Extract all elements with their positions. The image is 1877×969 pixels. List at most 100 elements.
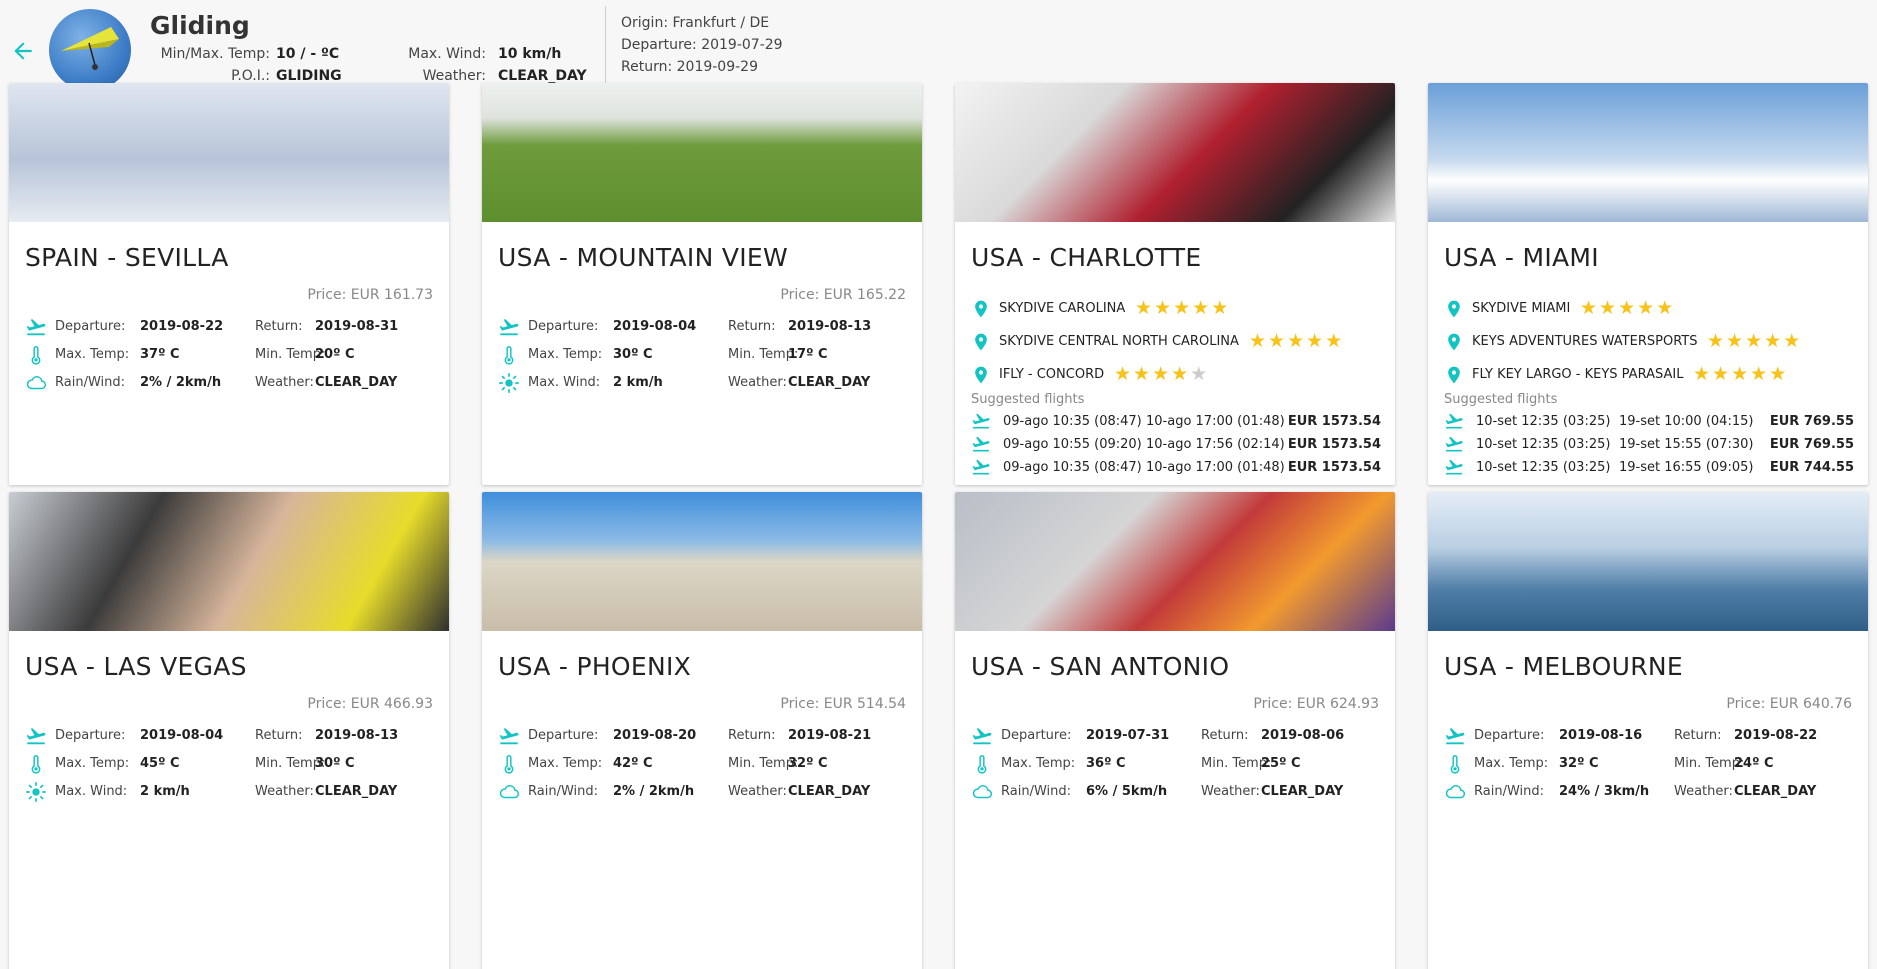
detail-value: 2019-08-21 (788, 728, 872, 743)
destination-title: USA - PHOENIX (498, 652, 692, 681)
flight-option[interactable]: 10-set 12:35 (03:25) 19-set 15:55 (07:30)… (1444, 434, 1854, 456)
poi-name: SKYDIVE CENTRAL NORTH CAROLINA (999, 334, 1239, 349)
poi-item[interactable]: IFLY - CONCORD ★★★★★ (971, 363, 1381, 387)
destination-title: USA - MIAMI (1444, 243, 1599, 272)
price-label: Price: EUR 165.22 (780, 287, 906, 303)
star-rating: ★★★★★ (1135, 297, 1230, 319)
flight-outbound: 10-set 12:35 (03:25) (1476, 437, 1611, 452)
plane-depart-icon (971, 725, 993, 747)
detail-row: Departure: 2019-07-31 Return: 2019-08-06 (971, 724, 1381, 748)
plane-depart-icon (498, 725, 520, 747)
detail-value: 37º C (140, 347, 180, 362)
plane-depart-icon (1444, 725, 1466, 747)
detail-value: CLEAR_DAY (315, 375, 398, 390)
flight-return: 10-ago 17:56 (02:14) (1146, 437, 1285, 452)
detail-label: Max. Wind: (528, 375, 601, 390)
detail-value: CLEAR_DAY (788, 784, 871, 799)
detail-label: Weather: (728, 375, 787, 390)
price-label: Price: EUR 161.73 (307, 287, 433, 303)
flight-option[interactable]: 09-ago 10:35 (08:47) 10-ago 17:00 (01:48)… (971, 457, 1381, 479)
detail-value: 2019-08-22 (140, 319, 224, 334)
plane-depart-icon (25, 725, 47, 747)
destination-photo (482, 83, 922, 222)
arrow-left-icon[interactable] (10, 38, 36, 64)
detail-label: Max. Temp: (528, 756, 603, 771)
map-pin-icon (1444, 298, 1464, 320)
detail-label: Return: (255, 319, 303, 334)
map-pin-icon (971, 298, 991, 320)
detail-value: 30º C (315, 756, 355, 771)
destination-card: USA - PHOENIX Price: EUR 514.54 Departure:… (482, 492, 922, 969)
destination-card: USA - MIAMI SKYDIVE MIAMI ★★★★★ KEYS ADVENT… (1428, 83, 1868, 485)
detail-label: Rain/Wind: (528, 784, 598, 799)
detail-row: Max. Temp: 32º C Min. Temp: 24º C (1444, 752, 1854, 776)
trip-info: Origin: Frankfurt / DE Departure: 2019-0… (621, 12, 783, 78)
cloud-icon (971, 781, 993, 803)
poi-item[interactable]: SKYDIVE MIAMI ★★★★★ (1444, 297, 1854, 321)
detail-row: Max. Temp: 36º C Min. Temp: 25º C (971, 752, 1381, 776)
detail-label: Departure: (1001, 728, 1072, 743)
detail-row: Departure: 2019-08-04 Return: 2019-08-13 (498, 315, 908, 339)
min-max-temp-label: Min/Max. Temp: (160, 46, 270, 62)
poi-item[interactable]: SKYDIVE CAROLINA ★★★★★ (971, 297, 1381, 321)
detail-value: 2 km/h (140, 784, 190, 799)
plane-depart-icon (1444, 411, 1464, 431)
star-icon: ★ (1750, 363, 1770, 385)
poi-item[interactable]: SKYDIVE CENTRAL NORTH CAROLINA ★★★★★ (971, 330, 1381, 354)
star-icon: ★ (1190, 363, 1210, 385)
detail-label: Return: (255, 728, 303, 743)
star-icon: ★ (1249, 330, 1269, 352)
detail-label: Weather: (255, 784, 314, 799)
min-max-temp-value: 10 / - ºC (276, 46, 340, 62)
star-icon: ★ (1637, 297, 1657, 319)
poi-item[interactable]: FLY KEY LARGO - KEYS PARASAIL ★★★★★ (1444, 363, 1854, 387)
star-icon: ★ (1731, 363, 1751, 385)
detail-label: Return: (728, 319, 776, 334)
star-icon: ★ (1173, 297, 1193, 319)
destination-photo (482, 492, 922, 631)
suggested-flights-label: Suggested flights (1444, 392, 1558, 407)
star-icon: ★ (1287, 330, 1307, 352)
detail-value: 24% / 3km/h (1559, 784, 1650, 799)
poi-item[interactable]: KEYS ADVENTURES WATERSPORTS ★★★★★ (1444, 330, 1854, 354)
flight-option[interactable]: 10-set 12:35 (03:25) 19-set 16:55 (09:05)… (1444, 457, 1854, 479)
detail-value: CLEAR_DAY (1734, 784, 1817, 799)
destination-title: USA - CHARLOTTE (971, 243, 1202, 272)
thermometer-icon (25, 344, 47, 366)
detail-row: Rain/Wind: 2% / 2km/h Weather: CLEAR_DAY (25, 371, 435, 395)
detail-value: 2019-08-13 (315, 728, 399, 743)
detail-row: Departure: 2019-08-04 Return: 2019-08-13 (25, 724, 435, 748)
map-pin-icon (971, 364, 991, 386)
destination-card: SPAIN - SEVILLA Price: EUR 161.73 Departur… (9, 83, 449, 485)
star-icon: ★ (1580, 297, 1600, 319)
destination-card: USA - MELBOURNE Price: EUR 640.76 Departur… (1428, 492, 1868, 969)
cloud-icon (1444, 781, 1466, 803)
destination-photo (9, 83, 449, 222)
flight-option[interactable]: 10-set 12:35 (03:25) 19-set 10:00 (04:15)… (1444, 411, 1854, 433)
plane-depart-icon (1444, 434, 1464, 454)
detail-value: 45º C (140, 756, 180, 771)
detail-value: 2019-08-04 (613, 319, 697, 334)
sun-icon (498, 372, 520, 394)
detail-value: 2019-08-31 (315, 319, 399, 334)
destination-card: USA - LAS VEGAS Price: EUR 466.93 Departur… (9, 492, 449, 969)
flight-option[interactable]: 09-ago 10:55 (09:20) 10-ago 17:56 (02:14)… (971, 434, 1381, 456)
poi-name: IFLY - CONCORD (999, 367, 1105, 382)
detail-row: Departure: 2019-08-22 Return: 2019-08-31 (25, 315, 435, 339)
flight-price: EUR 1573.54 (1287, 414, 1381, 429)
page-title: Gliding (150, 11, 250, 40)
plane-depart-icon (971, 457, 991, 477)
detail-value: 24º C (1734, 756, 1774, 771)
poi-name: SKYDIVE CAROLINA (999, 301, 1126, 316)
star-icon: ★ (1171, 363, 1191, 385)
flight-option[interactable]: 09-ago 10:35 (08:47) 10-ago 17:00 (01:48)… (971, 411, 1381, 433)
destination-photo (955, 83, 1395, 222)
destination-card: USA - CHARLOTTE SKYDIVE CAROLINA ★★★★★ SKYD… (955, 83, 1395, 485)
cloud-icon (25, 372, 47, 394)
page-header: Gliding Min/Max. Temp: 10 / - ºC Max. Wi… (0, 0, 1877, 94)
star-icon: ★ (1707, 330, 1727, 352)
plane-depart-icon (971, 411, 991, 431)
flight-return: 19-set 10:00 (04:15) (1619, 414, 1754, 429)
detail-row: Max. Temp: 45º C Min. Temp: 30º C (25, 752, 435, 776)
detail-value: CLEAR_DAY (315, 784, 398, 799)
